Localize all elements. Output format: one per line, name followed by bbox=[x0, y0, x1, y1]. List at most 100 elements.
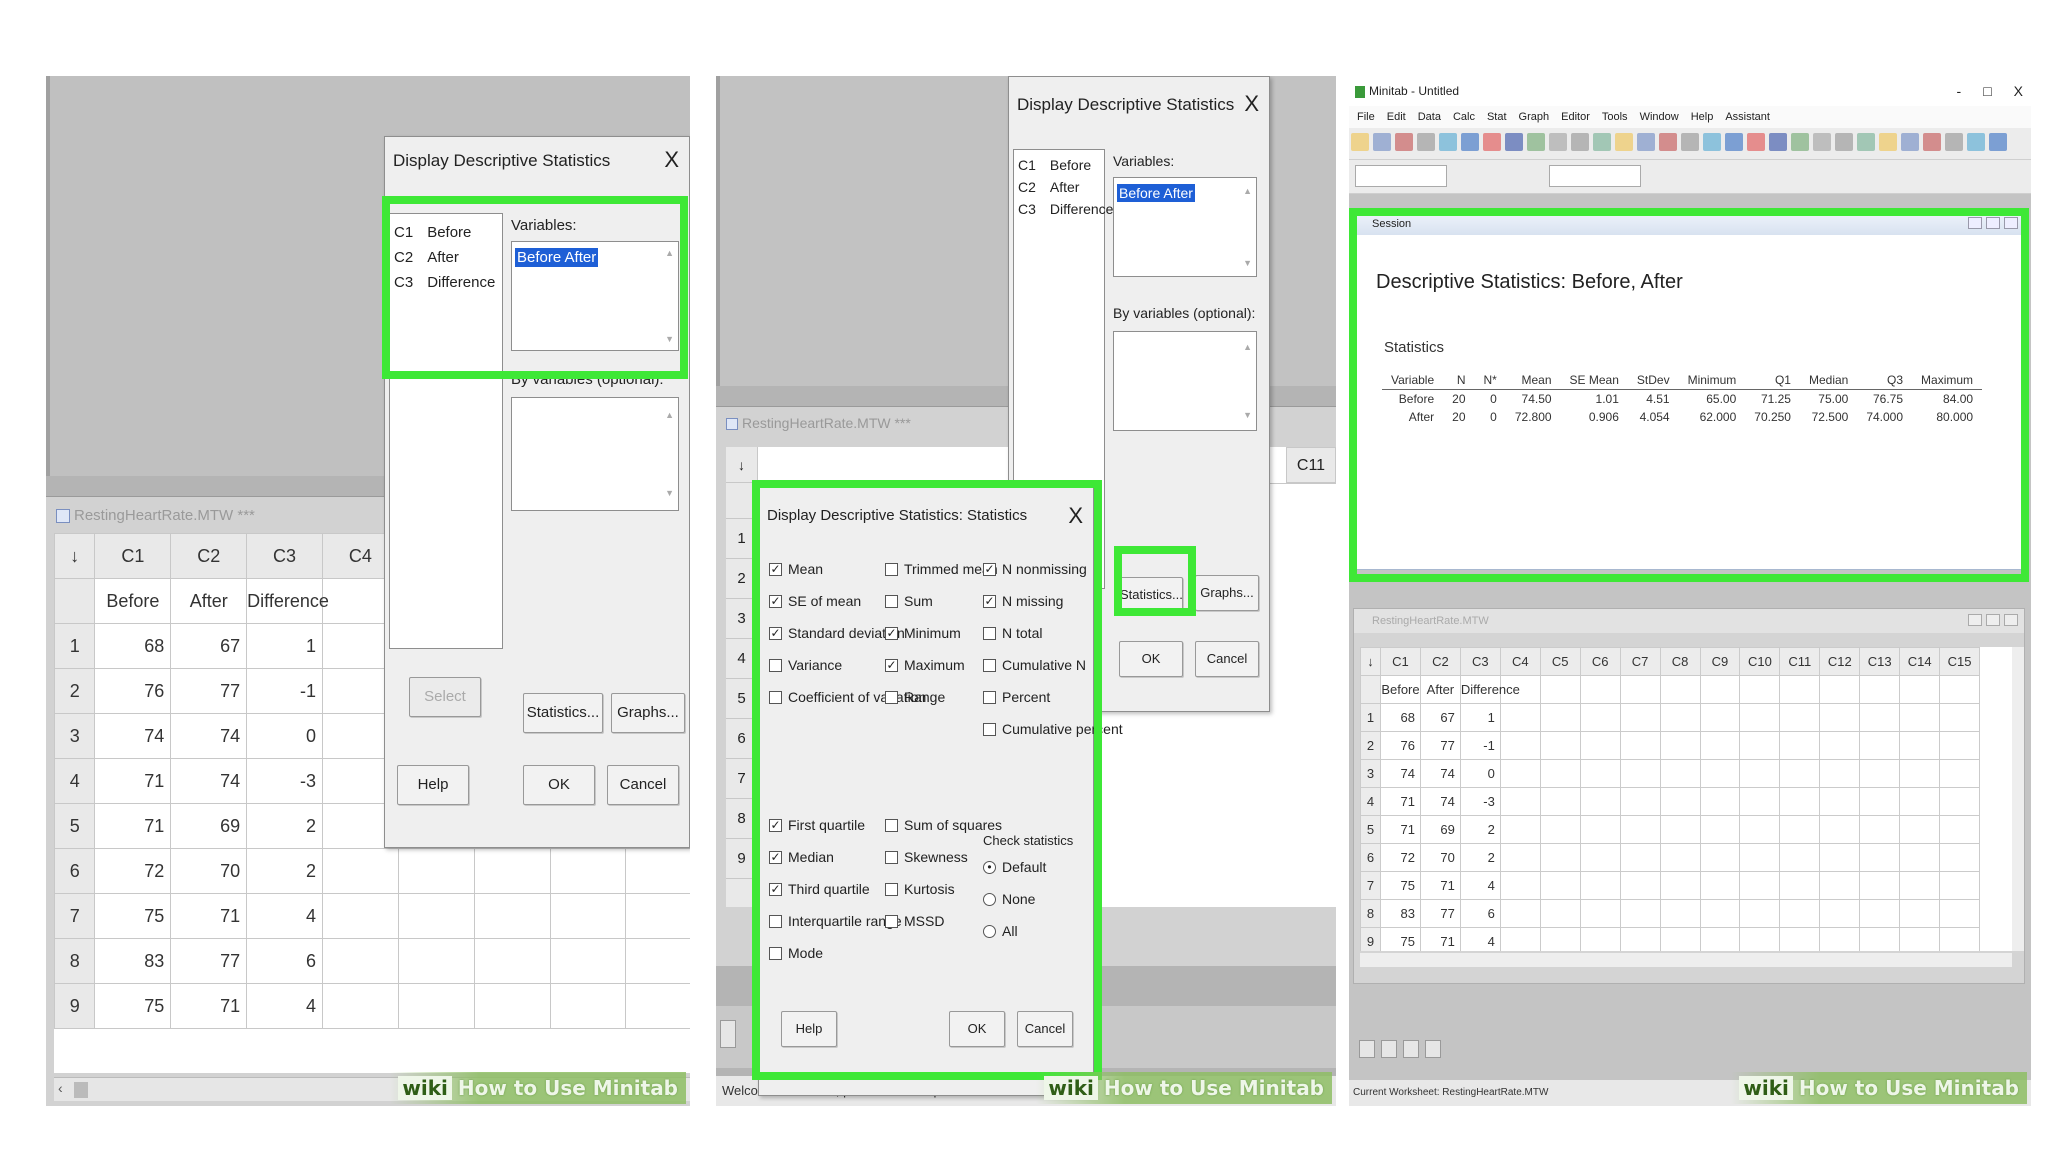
checkbox-icon[interactable] bbox=[885, 850, 898, 864]
data-cell[interactable]: 77 bbox=[170, 668, 248, 714]
toolbar-icon[interactable] bbox=[1769, 133, 1787, 151]
data-cell[interactable]: 77 bbox=[1419, 731, 1461, 760]
checkbox-icon[interactable]: ✓ bbox=[769, 818, 782, 832]
column-list[interactable]: C1 Before C2 After C3 Difference bbox=[389, 213, 503, 649]
menu-item[interactable]: Stat bbox=[1487, 106, 1507, 128]
menu-item[interactable]: Assistant bbox=[1725, 106, 1770, 128]
statistic-checkbox[interactable]: Cumulative N bbox=[983, 657, 1086, 673]
row-number[interactable]: 9 bbox=[726, 839, 757, 879]
row-number[interactable]: 8 bbox=[1360, 899, 1381, 928]
maximize-icon[interactable] bbox=[2004, 217, 2018, 229]
menu-item[interactable]: File bbox=[1357, 106, 1375, 128]
statistic-checkbox[interactable]: Sum bbox=[885, 593, 933, 609]
data-cell[interactable]: -1 bbox=[1459, 731, 1501, 760]
toolbar-icon[interactable] bbox=[1681, 133, 1699, 151]
data-cell[interactable]: 67 bbox=[1419, 703, 1461, 732]
data-cell[interactable]: 83 bbox=[94, 938, 172, 984]
data-cell[interactable]: 71 bbox=[1380, 815, 1421, 844]
data-cell[interactable]: 4 bbox=[246, 893, 323, 939]
column-header[interactable]: C15 bbox=[1939, 647, 1981, 676]
report-icon[interactable] bbox=[1403, 1040, 1419, 1058]
restore-icon[interactable] bbox=[1986, 217, 2000, 229]
column-header[interactable]: C8 bbox=[1659, 647, 1701, 676]
statistic-checkbox[interactable]: Interquartile range bbox=[769, 913, 902, 929]
restore-icon[interactable] bbox=[1986, 614, 2000, 626]
by-variables-field[interactable]: ▲ ▼ bbox=[1113, 331, 1257, 431]
toolbar-icon[interactable] bbox=[1923, 133, 1941, 151]
help-button[interactable]: Help bbox=[397, 765, 469, 805]
statistic-checkbox[interactable]: ✓ N nonmissing bbox=[983, 561, 1087, 577]
checkbox-icon[interactable] bbox=[769, 690, 782, 704]
data-cell[interactable]: -3 bbox=[246, 758, 323, 804]
toolbar-icon[interactable] bbox=[1791, 133, 1809, 151]
toolbar-icon[interactable] bbox=[1835, 133, 1853, 151]
sort-arrow-icon[interactable]: ↓ bbox=[726, 447, 757, 483]
toolbar-icon[interactable] bbox=[1527, 133, 1545, 151]
data-cell[interactable]: 69 bbox=[170, 803, 248, 849]
data-cell[interactable]: 4 bbox=[1459, 871, 1501, 900]
data-cell[interactable]: 4 bbox=[1459, 927, 1501, 951]
statistic-checkbox[interactable]: Skewness bbox=[885, 849, 968, 865]
variables-field[interactable]: Before After ▲ ▼ bbox=[1113, 177, 1257, 277]
row-number[interactable]: 6 bbox=[54, 848, 96, 894]
toolbar-icon[interactable] bbox=[1439, 133, 1457, 151]
scroll-up-arrow-icon[interactable]: ▲ bbox=[665, 248, 674, 258]
statistic-checkbox[interactable]: Percent bbox=[983, 689, 1050, 705]
vertical-scrollbar[interactable] bbox=[2012, 647, 2024, 951]
toolbar-icon[interactable] bbox=[1505, 133, 1523, 151]
column-header[interactable]: C14 bbox=[1899, 647, 1941, 676]
row-number[interactable]: 7 bbox=[726, 759, 757, 799]
checkbox-icon[interactable] bbox=[885, 690, 898, 704]
data-cell[interactable]: 67 bbox=[170, 623, 248, 669]
data-cell[interactable]: -1 bbox=[246, 668, 323, 714]
toolbar-icon[interactable] bbox=[1945, 133, 1963, 151]
row-number[interactable]: 7 bbox=[1360, 871, 1381, 900]
column-header[interactable]: C6 bbox=[1579, 647, 1621, 676]
menu-item[interactable]: Edit bbox=[1387, 106, 1406, 128]
row-number[interactable]: 3 bbox=[1360, 759, 1381, 788]
toolbar-icon[interactable] bbox=[1857, 133, 1875, 151]
minimize-icon[interactable] bbox=[1968, 217, 1982, 229]
data-cell[interactable]: 68 bbox=[1380, 703, 1421, 732]
scroll-up-arrow-icon[interactable]: ▲ bbox=[1243, 186, 1252, 196]
column-name-cell[interactable]: After bbox=[1419, 675, 1461, 704]
data-cell[interactable]: 6 bbox=[246, 938, 323, 984]
row-number[interactable]: 8 bbox=[726, 799, 757, 839]
scroll-up-arrow-icon[interactable]: ▲ bbox=[665, 410, 674, 420]
data-cell[interactable]: 0 bbox=[1459, 759, 1501, 788]
checkbox-icon[interactable]: ✓ bbox=[769, 562, 782, 576]
data-cell[interactable]: 74 bbox=[170, 758, 248, 804]
data-cell[interactable]: 75 bbox=[94, 893, 172, 939]
by-variables-field[interactable]: ▲ ▼ bbox=[511, 397, 679, 511]
row-number[interactable]: 4 bbox=[726, 639, 757, 679]
checkbox-icon[interactable] bbox=[885, 818, 898, 832]
data-cell[interactable]: -3 bbox=[1459, 787, 1501, 816]
menu-item[interactable]: Data bbox=[1418, 106, 1441, 128]
help-button[interactable]: Help bbox=[781, 1011, 837, 1047]
radio-option[interactable]: None bbox=[983, 891, 1035, 907]
column-header[interactable]: C1 bbox=[94, 533, 172, 579]
radio-icon[interactable] bbox=[983, 892, 996, 906]
radio-option[interactable]: • Default bbox=[983, 859, 1046, 875]
data-cell[interactable]: 75 bbox=[1380, 927, 1421, 951]
maximize-icon[interactable] bbox=[2004, 614, 2018, 626]
row-number[interactable]: 2 bbox=[54, 668, 96, 714]
checkbox-icon[interactable]: ✓ bbox=[769, 882, 782, 896]
data-cell[interactable]: 77 bbox=[170, 938, 248, 984]
data-cell[interactable]: 76 bbox=[1380, 731, 1421, 760]
data-cell[interactable]: 1 bbox=[246, 623, 323, 669]
menu-item[interactable]: Editor bbox=[1561, 106, 1590, 128]
checkbox-icon[interactable]: ✓ bbox=[769, 594, 782, 608]
column-header[interactable]: C3 bbox=[246, 533, 323, 579]
checkbox-icon[interactable] bbox=[769, 658, 782, 672]
checkbox-icon[interactable] bbox=[983, 722, 996, 736]
checkbox-icon[interactable]: ✓ bbox=[885, 658, 898, 672]
toolbar-icon[interactable] bbox=[1703, 133, 1721, 151]
column-header-c11[interactable]: C11 bbox=[1286, 447, 1336, 483]
sort-arrow-icon[interactable]: ↓ bbox=[54, 533, 96, 579]
ok-button[interactable]: OK bbox=[523, 765, 595, 805]
scroll-left-arrow-icon[interactable]: ‹ bbox=[58, 1080, 63, 1096]
column-list-item[interactable]: C1 Before bbox=[1014, 154, 1104, 176]
horizontal-scrollbar[interactable] bbox=[1360, 953, 2012, 967]
column-list-item[interactable]: C3 Difference bbox=[1014, 198, 1113, 220]
